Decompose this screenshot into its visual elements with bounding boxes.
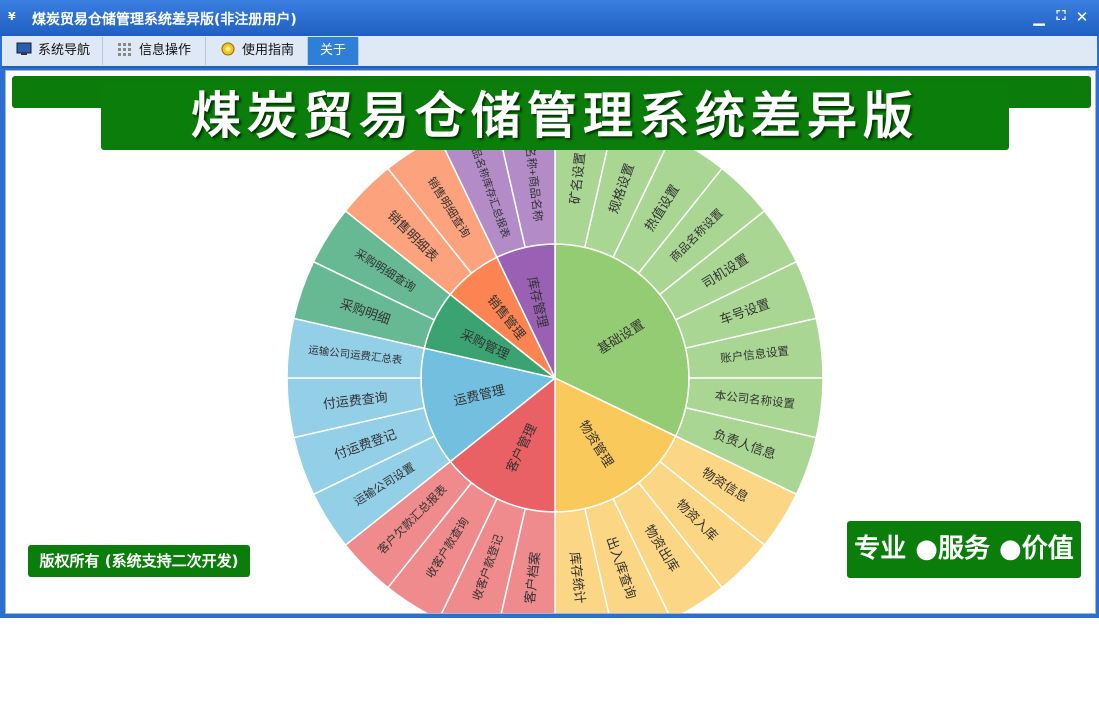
tab-label: 系统导航 [38, 43, 91, 58]
title-bar[interactable]: ¥ 煤炭贸易仓储管理系统差异版(非注册用户) ▁ ⛶ ✕ [0, 0, 1099, 36]
tab-label: 关于 [319, 43, 346, 58]
app-logo-icon: ¥ [8, 10, 16, 23]
menu-bar: 系统导航 信息操作 使用指南 关于 [2, 36, 1097, 68]
window-title: 煤炭贸易仓储管理系统差异版(非注册用户) [32, 12, 297, 28]
tab-label: 使用指南 [242, 43, 295, 58]
monitor-icon [16, 39, 32, 55]
slogan-badge: 专业 ●服务 ●价值 [847, 521, 1081, 578]
grid-icon [117, 39, 133, 56]
tab-user-guide[interactable]: 使用指南 [206, 37, 308, 65]
tab-label: 信息操作 [139, 43, 192, 58]
lightbulb-icon [220, 39, 236, 56]
minimize-icon[interactable]: ▁ [1030, 8, 1048, 26]
app-window: ¥ 煤炭贸易仓储管理系统差异版(非注册用户) ▁ ⛶ ✕ 系统导航 信息操作 使… [0, 0, 1099, 618]
close-icon[interactable]: ✕ [1073, 8, 1091, 26]
content-area: 基础设置 矿名设置 规格设置 热值设置 商品名称设置 司机设置 车号设置 账户信息设置 本公司名… [5, 70, 1096, 614]
copyright-badge: 版权所有 (系统支持二次开发) [28, 545, 250, 577]
restore-icon[interactable]: ⛶ [1052, 8, 1070, 26]
tab-about[interactable]: 关于 [308, 37, 359, 65]
tab-info-operation[interactable]: 信息操作 [103, 37, 206, 65]
tab-system-nav[interactable]: 系统导航 [2, 37, 103, 65]
banner-title: 煤炭贸易仓储管理系统差异版 [101, 82, 1009, 150]
